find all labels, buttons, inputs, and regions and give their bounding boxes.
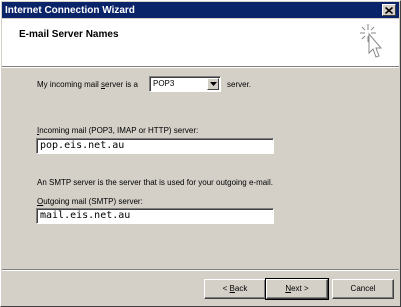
incoming-server-label: Incoming mail (POP3, IMAP or HTTP) serve… — [37, 126, 199, 135]
incoming-server-input[interactable]: pop.eis.net.au — [36, 138, 274, 154]
wizard-header: E-mail Server Names — [2, 19, 399, 66]
wizard-window: Internet Connection Wizard E-mail Server… — [0, 0, 401, 307]
close-icon — [385, 6, 393, 14]
footer-divider — [2, 269, 399, 271]
wizard-icon — [360, 24, 383, 58]
incoming-type-suffix: server. — [227, 80, 252, 89]
chevron-down-icon — [209, 82, 217, 86]
dropdown-button[interactable] — [207, 78, 219, 90]
header-divider — [2, 66, 399, 68]
next-button[interactable]: Next > — [265, 278, 329, 300]
incoming-server-type-value: POP3 — [153, 79, 175, 88]
incoming-server-type-select[interactable]: POP3 — [149, 76, 221, 92]
outgoing-server-input[interactable]: mail.eis.net.au — [36, 208, 274, 224]
close-button[interactable] — [382, 4, 396, 16]
page-title: E-mail Server Names — [19, 29, 119, 40]
incoming-type-label: My incoming mail server is a — [37, 80, 138, 89]
smtp-note: An SMTP server is the server that is use… — [37, 178, 273, 187]
cancel-button[interactable]: Cancel — [332, 279, 394, 299]
title-bar[interactable]: Internet Connection Wizard — [2, 2, 399, 18]
window-title: Internet Connection Wizard — [5, 5, 135, 16]
outgoing-server-label: Outgoing mail (SMTP) server: — [37, 197, 143, 206]
back-button[interactable]: < Back — [204, 279, 266, 299]
